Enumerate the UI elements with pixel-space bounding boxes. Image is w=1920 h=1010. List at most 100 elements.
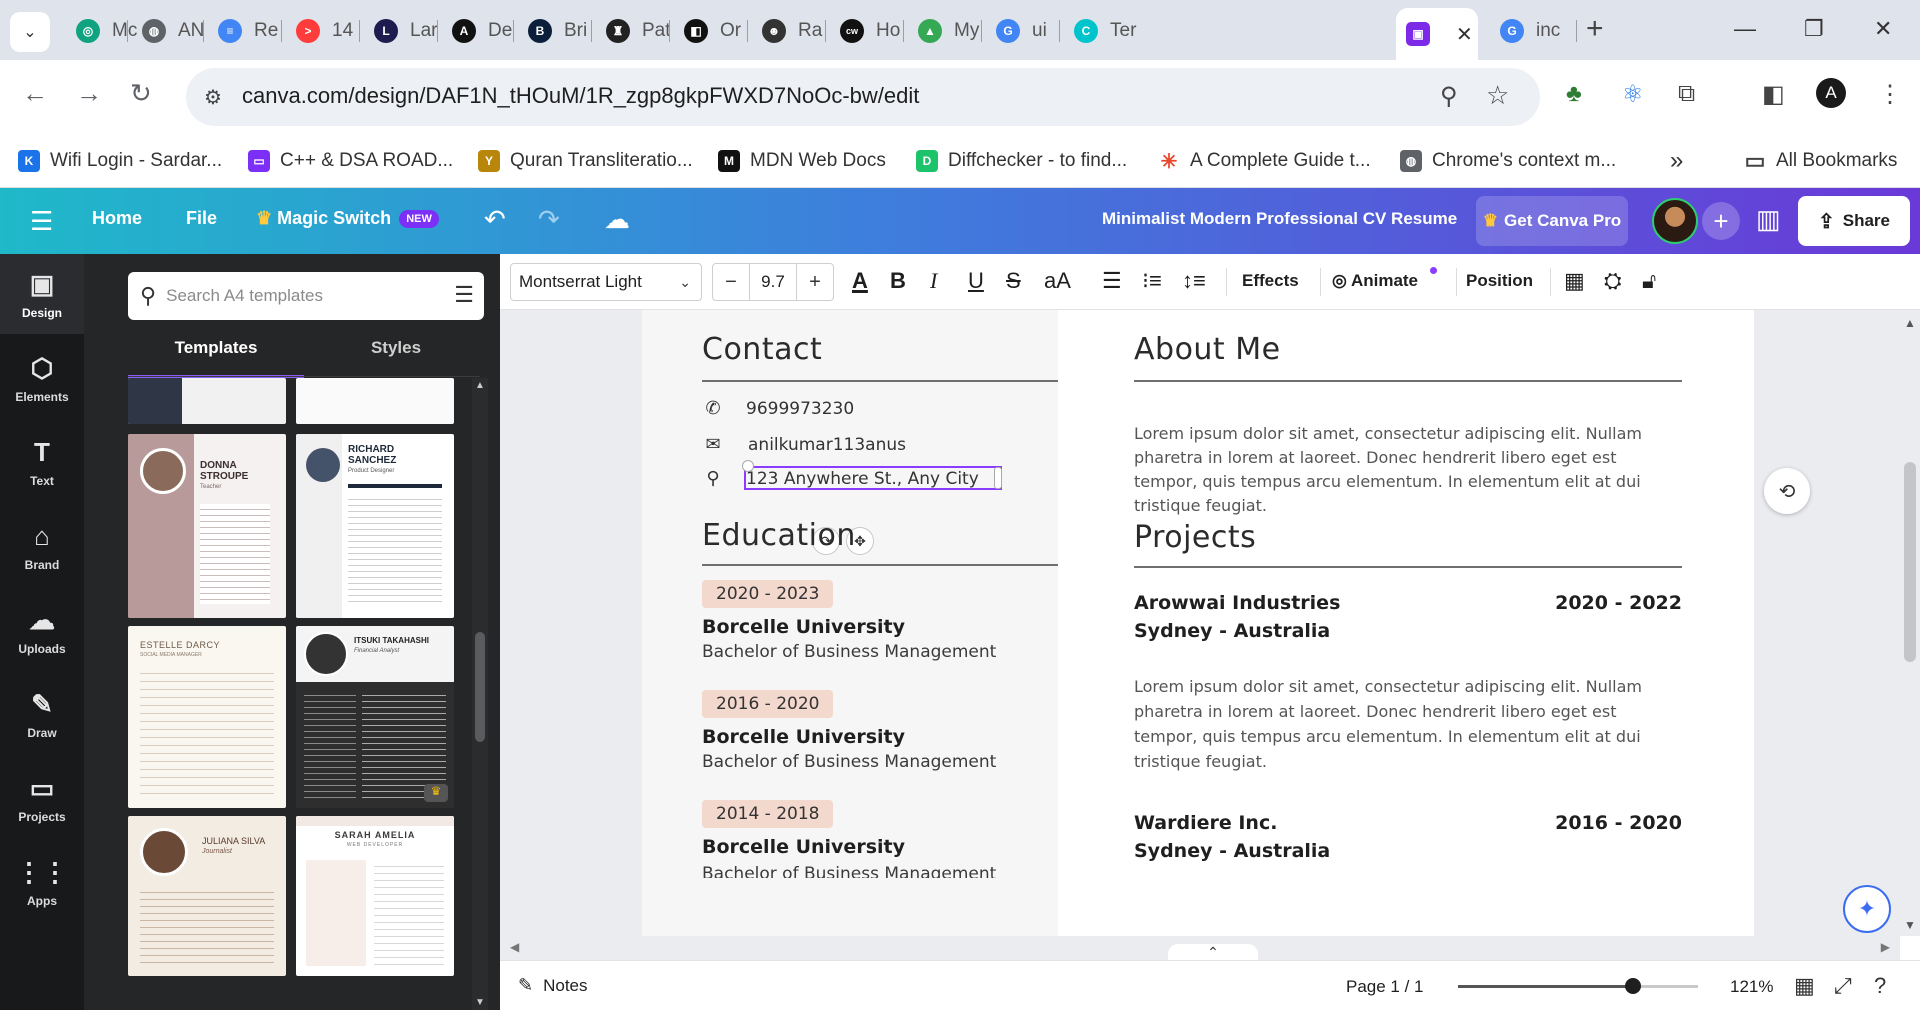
close-icon[interactable]: ✕ [1456, 22, 1473, 47]
bookmarks-overflow-button[interactable]: » [1670, 142, 1683, 180]
project-location[interactable]: Sydney - Australia [1134, 620, 1330, 642]
browser-tab[interactable]: L Lar [364, 8, 448, 54]
redo-icon[interactable]: ↷ [538, 204, 560, 235]
browser-tab[interactable]: ◧ Or [674, 8, 758, 54]
browser-tab[interactable]: Gui [986, 8, 1070, 54]
scroll-left-icon[interactable]: ◀ [510, 940, 519, 954]
template-card[interactable] [296, 378, 454, 424]
project-years[interactable]: 2016 - 2020 [1555, 812, 1682, 834]
bullet-list-icon[interactable]: ⁝≡ [1142, 268, 1162, 294]
rail-item-brand[interactable]: ⌂ Brand [0, 506, 84, 586]
invite-plus-button[interactable]: + [1702, 202, 1740, 240]
text-color-icon[interactable]: A [852, 268, 868, 294]
font-family-dropdown[interactable]: Montserrat Light ⌄ [510, 263, 702, 301]
bold-icon[interactable]: B [890, 268, 906, 294]
url-text[interactable]: canva.com/design/DAF1N_tHOuM/1R_zgp8gkpF… [242, 83, 919, 109]
browser-tab[interactable]: C Ter [1064, 8, 1148, 54]
browser-tab[interactable]: cw Ho [830, 8, 914, 54]
font-size-value[interactable]: 9.7 [749, 264, 797, 300]
tab-search-button[interactable]: ⌄ [10, 12, 50, 52]
increase-size-button[interactable]: + [797, 271, 833, 294]
template-card[interactable]: DONNA STROUPE Teacher [128, 434, 286, 618]
restore-icon[interactable]: ❐ [1804, 16, 1824, 42]
template-card[interactable]: SARAH AMELIA WEB DEVELOPER [296, 816, 454, 976]
scroll-down-icon[interactable]: ▼ [1904, 918, 1916, 932]
education-years-badge[interactable]: 2020 - 2023 [702, 580, 834, 608]
filter-sliders-icon[interactable]: ☰ [454, 282, 474, 308]
extension-html-icon[interactable]: ♣ [1566, 80, 1582, 108]
effects-button[interactable]: Effects [1242, 271, 1299, 291]
about-paragraph[interactable]: Lorem ipsum dolor sit amet, consectetur … [1134, 422, 1682, 518]
education-degree[interactable]: Bachelor of Business Management [702, 642, 996, 662]
insights-chart-icon[interactable]: ▥ [1756, 204, 1781, 235]
template-card[interactable] [128, 378, 286, 424]
fullscreen-icon[interactable]: ⤢ [1834, 973, 1852, 999]
rail-item-elements[interactable]: ⬡ Elements [0, 338, 84, 418]
magic-switch-button[interactable]: ♛ Magic Switch NEW [256, 208, 439, 229]
template-card[interactable]: JULIANA SILVA Journalist [128, 816, 286, 976]
rail-item-draw[interactable]: ✎ Draw [0, 674, 84, 754]
bookmark-item[interactable]: K Wifi Login - Sardar... [18, 142, 222, 180]
grid-view-icon[interactable]: ▦ [1794, 973, 1815, 999]
resume-page[interactable]: Contact ✆ 9699973230 ✉ anilkumar113anus ⚲ 1… [642, 310, 1754, 936]
all-bookmarks-button[interactable]: ▭ All Bookmarks [1744, 142, 1897, 180]
design-canvas[interactable]: Contact ✆ 9699973230 ✉ anilkumar113anus ⚲ 1… [500, 310, 1900, 936]
get-canva-pro-button[interactable]: ♛ Get Canva Pro [1476, 196, 1628, 246]
phone-text[interactable]: 9699973230 [746, 399, 854, 419]
education-school[interactable]: Borcelle University [702, 836, 905, 858]
browser-tab[interactable]: ♜ Pat [596, 8, 680, 54]
email-text-editing[interactable]: anilkumar113anus [748, 435, 906, 455]
panel-scrollbar[interactable]: ▲ ▼ [472, 378, 488, 1010]
document-title[interactable]: Minimalist Modern Professional CV Resume [1102, 209, 1457, 229]
share-button[interactable]: ⇪ Share [1798, 196, 1910, 246]
italic-icon[interactable]: I [930, 268, 937, 294]
copy-style-paint-roller-icon[interactable]: ⛭ [1604, 268, 1622, 294]
education-school[interactable]: Borcelle University [702, 726, 905, 748]
position-button[interactable]: Position [1466, 271, 1533, 291]
project-company[interactable]: Wardiere Inc. [1134, 812, 1277, 834]
cloud-saved-icon[interactable]: ☁ [604, 204, 630, 235]
back-icon[interactable]: ← [22, 78, 48, 109]
template-card[interactable]: ESTELLE DARCY SOCIAL MEDIA MANAGER [128, 626, 286, 808]
add-comment-icon[interactable]: ⟲ [1764, 468, 1810, 514]
profile-avatar[interactable]: A [1816, 78, 1846, 108]
canvas-scrollbar[interactable]: ▲ ▼ [1900, 310, 1920, 936]
zoom-percentage[interactable]: 121% [1730, 977, 1773, 997]
underline-icon[interactable]: U [968, 268, 984, 294]
template-card[interactable]: ITSUKI TAKAHASHI Financial Analyst ♛ [296, 626, 454, 808]
zoom-slider[interactable] [1458, 978, 1698, 994]
project-description[interactable]: Lorem ipsum dolor sit amet, consectetur … [1134, 674, 1682, 774]
home-button[interactable]: Home [92, 208, 142, 229]
hamburger-menu-icon[interactable]: ☰ [30, 206, 53, 237]
undo-icon[interactable]: ↶ [484, 204, 506, 235]
bookmark-item[interactable]: M MDN Web Docs [718, 142, 886, 180]
address-bar[interactable]: ⚙ canva.com/design/DAF1N_tHOuM/1R_zgp8gk… [186, 68, 1540, 126]
education-degree[interactable]: Bachelor of Business Management [702, 752, 996, 772]
address-text[interactable]: 123 Anywhere St., Any City [746, 469, 979, 489]
file-menu-button[interactable]: File [186, 208, 217, 229]
bookmark-item[interactable]: Y Quran Transliteratio... [478, 142, 693, 180]
tab-styles[interactable]: Styles [308, 338, 484, 378]
forward-icon[interactable]: → [76, 78, 102, 109]
education-years-badge[interactable]: 2014 - 2018 [702, 800, 834, 828]
template-search[interactable]: ⚲ ☰ [128, 272, 484, 320]
education-years-badge[interactable]: 2016 - 2020 [702, 690, 834, 718]
extensions-puzzle-icon[interactable]: ⧉ [1678, 80, 1695, 108]
project-location[interactable]: Sydney - Australia [1134, 840, 1330, 862]
scroll-up-icon[interactable]: ▲ [1904, 316, 1916, 330]
browser-tab[interactable]: ▲ My [908, 8, 992, 54]
bookmark-item[interactable]: ▭ C++ & DSA ROAD... [248, 142, 453, 180]
browser-tab-active[interactable]: ▣ ✕ [1396, 8, 1478, 60]
line-spacing-icon[interactable]: ↕≡ [1182, 268, 1206, 294]
new-tab-button[interactable]: + [1586, 14, 1604, 44]
education-school[interactable]: Borcelle University [702, 616, 905, 638]
rail-item-design[interactable]: ▣ Design [0, 254, 84, 334]
project-years[interactable]: 2020 - 2022 [1555, 592, 1682, 614]
magic-assistant-icon[interactable]: ✦ [1843, 885, 1891, 933]
strikethrough-icon[interactable]: S [1006, 268, 1021, 294]
window-close-icon[interactable]: ✕ [1874, 16, 1892, 42]
align-left-icon[interactable]: ☰ [1102, 268, 1122, 294]
tab-templates[interactable]: Templates [128, 338, 304, 378]
about-heading[interactable]: About Me [1134, 332, 1281, 367]
side-panel-icon[interactable]: ◧ [1762, 80, 1785, 109]
